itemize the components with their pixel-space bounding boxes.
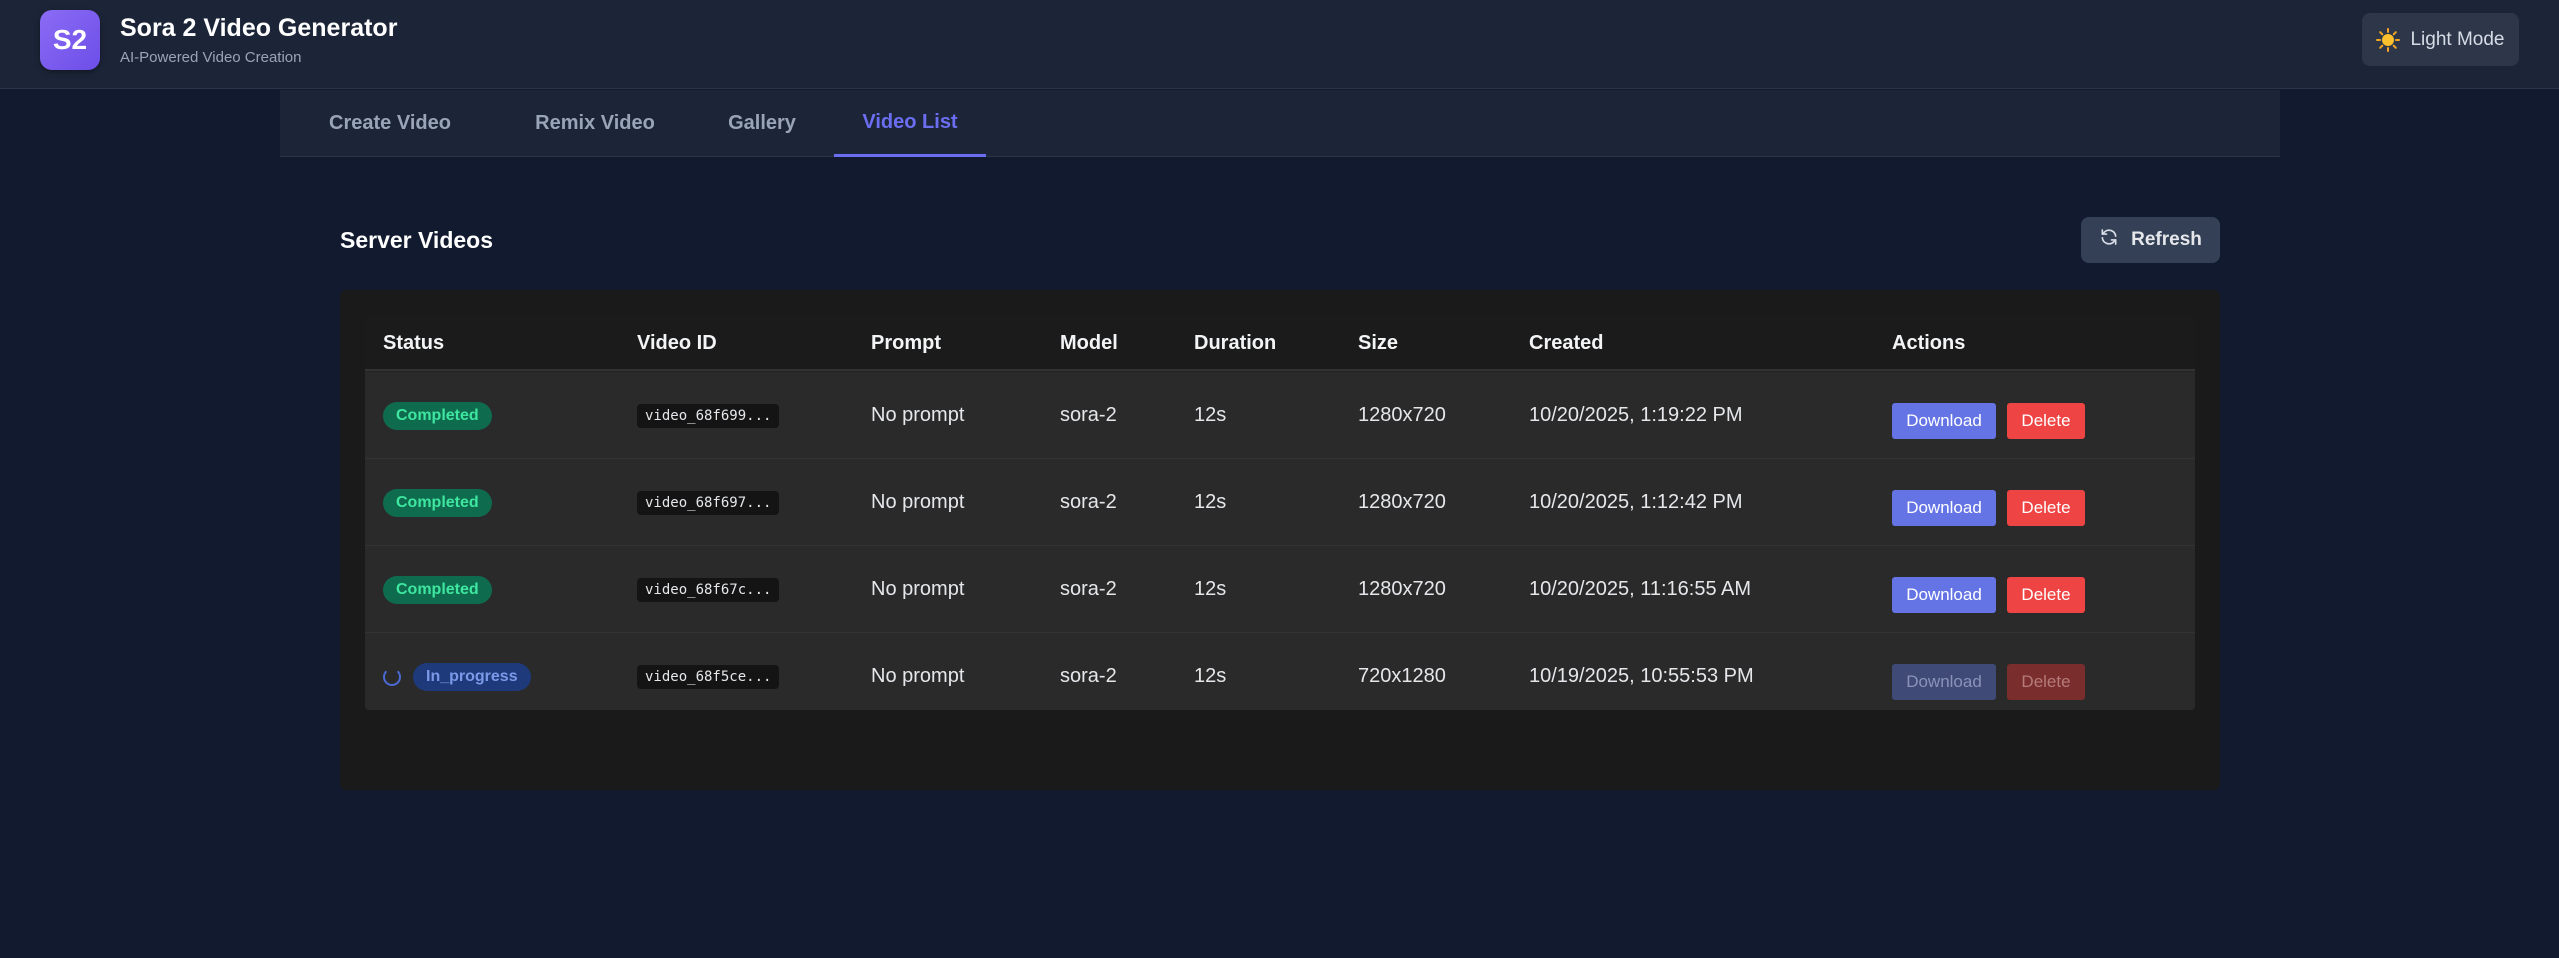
header-duration: Duration [1194, 331, 1277, 354]
tab-bar: Create Video Remix Video Gallery Video L… [280, 90, 2280, 157]
download-button[interactable]: Download [1892, 663, 1996, 700]
header-prompt: Prompt [871, 331, 941, 354]
header-size: Size [1358, 331, 1399, 354]
loading-spinner-icon [383, 667, 401, 686]
app-subtitle: AI-Powered Video Creation [120, 49, 302, 66]
header-model: Model [1060, 331, 1118, 354]
created-cell: 10/20/2025, 1:19:22 PM [1529, 404, 1743, 426]
delete-button[interactable]: Delete [2007, 489, 2085, 526]
table-row: Completed video_68f697... No prompt sora… [365, 459, 2195, 546]
created-cell: 10/20/2025, 11:16:55 AM [1529, 578, 1752, 600]
status-badge: Completed [383, 575, 492, 604]
video-id: video_68f5ce... [637, 664, 780, 689]
app-logo: S2 [40, 10, 100, 70]
prompt-cell: No prompt [871, 665, 965, 687]
tab-create-video[interactable]: Create Video [320, 90, 460, 157]
model-cell: sora-2 [1060, 404, 1117, 426]
model-cell: sora-2 [1060, 665, 1117, 687]
header-actions: Actions [1892, 331, 1966, 354]
sun-icon [2376, 27, 2401, 52]
video-id: video_68f699... [637, 403, 780, 428]
delete-button[interactable]: Delete [2007, 663, 2085, 700]
size-cell: 1280x720 [1358, 491, 1446, 513]
size-cell: 1280x720 [1358, 578, 1446, 600]
table-row: Completed video_68f67c... No prompt sora… [365, 546, 2195, 633]
tab-gallery[interactable]: Gallery [722, 90, 802, 157]
model-cell: sora-2 [1060, 578, 1117, 600]
video-id: video_68f67c... [637, 577, 780, 602]
tab-remix-video[interactable]: Remix Video [530, 90, 660, 157]
table-row: In_progress video_68f5ce... No prompt so… [365, 633, 2195, 710]
size-cell: 1280x720 [1358, 404, 1446, 426]
created-cell: 10/19/2025, 10:55:53 PM [1529, 665, 1754, 687]
header-video-id: Video ID [637, 331, 717, 354]
download-button[interactable]: Download [1892, 402, 1996, 439]
duration-cell: 12s [1194, 665, 1227, 687]
created-cell: 10/20/2025, 1:12:42 PM [1529, 491, 1743, 513]
refresh-button[interactable]: Refresh [2081, 217, 2220, 263]
duration-cell: 12s [1194, 578, 1227, 600]
table-row: Completed video_68f699... No prompt sora… [365, 372, 2195, 459]
header-status: Status [383, 331, 445, 354]
prompt-cell: No prompt [871, 578, 965, 600]
prompt-cell: No prompt [871, 404, 965, 426]
download-button[interactable]: Download [1892, 576, 1996, 613]
videos-table: Status Video ID Prompt Model Duration Si… [365, 315, 2195, 710]
tab-video-list[interactable]: Video List [834, 90, 986, 157]
size-cell: 720x1280 [1358, 665, 1446, 687]
app-title: Sora 2 Video Generator [120, 14, 398, 42]
status-badge: Completed [383, 488, 492, 517]
theme-toggle-label: Light Mode [2410, 28, 2505, 50]
theme-toggle-button[interactable]: Light Mode [2362, 13, 2519, 66]
app-header: S2 Sora 2 Video Generator AI-Powered Vid… [0, 0, 2559, 89]
table-header: Status Video ID Prompt Model Duration Si… [365, 315, 2195, 371]
refresh-icon [2099, 227, 2119, 253]
duration-cell: 12s [1194, 491, 1227, 513]
video-id: video_68f697... [637, 490, 780, 515]
header-created: Created [1529, 331, 1604, 354]
download-button[interactable]: Download [1892, 489, 1996, 526]
prompt-cell: No prompt [871, 491, 965, 513]
duration-cell: 12s [1194, 404, 1227, 426]
status-badge: Completed [383, 401, 492, 430]
section-title: Server Videos [340, 227, 494, 253]
model-cell: sora-2 [1060, 491, 1117, 513]
videos-card: Status Video ID Prompt Model Duration Si… [340, 290, 2220, 790]
delete-button[interactable]: Delete [2007, 402, 2085, 439]
refresh-label: Refresh [2131, 229, 2202, 250]
delete-button[interactable]: Delete [2007, 576, 2085, 613]
status-badge: In_progress [413, 662, 531, 691]
